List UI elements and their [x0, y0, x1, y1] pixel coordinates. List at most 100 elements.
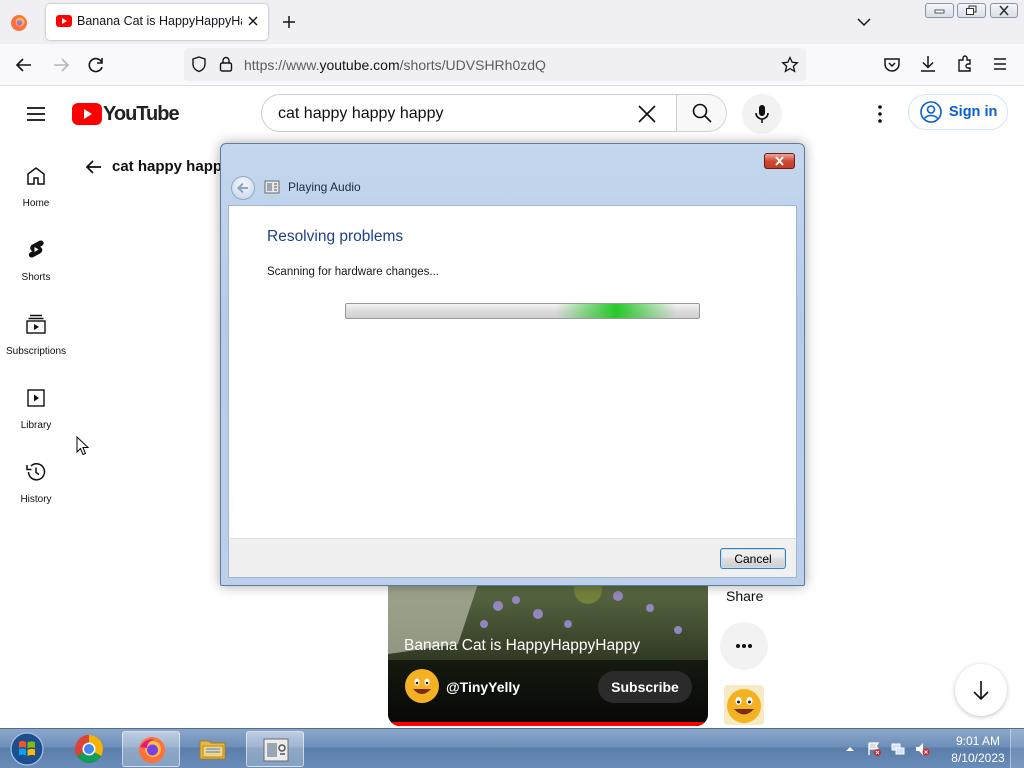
sidebar-item-label: Subscriptions	[5, 346, 67, 357]
search-icon	[692, 103, 712, 123]
url-prefix: https://www.	[244, 57, 320, 73]
firefox-icon	[137, 735, 167, 765]
sidebar-item-shorts[interactable]: Shorts	[0, 234, 72, 294]
tab-active[interactable]: Banana Cat is HappyHappyHappy	[46, 4, 268, 40]
action-center-icon[interactable]	[866, 741, 882, 757]
chrome-icon	[74, 734, 104, 764]
pocket-icon[interactable]	[882, 55, 902, 75]
youtube-logo[interactable]: YouTube	[72, 102, 182, 126]
clock-date[interactable]: 8/10/2023	[942, 751, 1014, 765]
close-icon	[775, 156, 784, 166]
show-desktop-button[interactable]	[1010, 729, 1024, 768]
sign-in-button[interactable]: Sign in	[908, 94, 1008, 130]
clock-time[interactable]: 9:01 AM	[948, 734, 1008, 748]
show-hidden-icons-icon[interactable]	[844, 743, 856, 755]
chevron-down-icon[interactable]	[856, 14, 872, 30]
browser-tab-strip: Banana Cat is HappyHappyHappy	[0, 0, 1024, 44]
cancel-button[interactable]: Cancel	[720, 548, 786, 569]
new-tab-icon[interactable]	[280, 13, 298, 31]
sidebar-item-label: Shorts	[21, 272, 51, 283]
dialog-close-button[interactable]	[764, 153, 795, 169]
window-close-button[interactable]	[990, 3, 1018, 18]
tab-close-icon[interactable]	[245, 13, 261, 29]
bookmark-star-icon[interactable]	[780, 55, 800, 75]
more-horizontal-icon	[736, 644, 752, 648]
more-actions-button[interactable]	[720, 622, 768, 670]
search-button[interactable]	[677, 94, 727, 132]
back-arrow-icon[interactable]	[84, 157, 104, 177]
share-label[interactable]: Share	[726, 588, 763, 604]
start-button[interactable]	[6, 731, 48, 767]
lock-icon[interactable]	[218, 55, 234, 73]
shorts-icon	[24, 238, 48, 262]
shield-icon[interactable]	[190, 55, 208, 73]
next-short-button[interactable]	[955, 664, 1007, 716]
channel-name[interactable]: @TinyYelly	[446, 679, 520, 695]
youtube-header: YouTube cat happy happy happy Sign in	[0, 86, 1024, 142]
short-video-player[interactable]: Banana Cat is HappyHappyHappy @TinyYelly…	[388, 584, 708, 726]
dialog-status-text: Scanning for hardware changes...	[267, 266, 439, 278]
sidebar-item-label: History	[20, 494, 52, 505]
dialog-footer: Cancel	[228, 538, 797, 578]
short-title: Banana Cat is HappyHappyHappy	[404, 637, 641, 654]
sidebar-item-library[interactable]: Library	[0, 382, 72, 442]
sidebar-item-subscriptions[interactable]: Subscriptions	[0, 308, 72, 368]
troubleshooter-dialog: Playing Audio Resolving problems Scannin…	[220, 143, 805, 586]
account-icon	[920, 101, 942, 123]
taskbar-chrome-button[interactable]	[60, 731, 118, 767]
sign-in-label: Sign in	[949, 104, 998, 120]
network-icon[interactable]	[890, 741, 906, 757]
address-bar[interactable]: https://www.youtube.com/shorts/UDVSHRh0z…	[184, 48, 806, 81]
subscriptions-icon	[24, 312, 48, 336]
channel-avatar[interactable]	[404, 668, 440, 704]
hamburger-menu-icon[interactable]	[990, 54, 1010, 74]
reload-icon[interactable]	[86, 55, 106, 75]
extensions-icon[interactable]	[955, 54, 975, 74]
subscribe-button[interactable]: Subscribe	[598, 671, 692, 703]
voice-search-button[interactable]	[742, 94, 782, 134]
firefox-view-icon[interactable]	[6, 10, 32, 36]
window-restore-button[interactable]	[957, 3, 986, 18]
home-icon	[24, 164, 48, 188]
dialog-heading: Resolving problems	[267, 228, 404, 245]
sidebar-item-label: Library	[20, 420, 52, 431]
youtube-favicon-icon	[56, 15, 72, 27]
video-progress-bar[interactable]	[388, 722, 708, 726]
sidebar-item-home[interactable]: Home	[0, 160, 72, 220]
marquee-progress-bar	[345, 303, 700, 319]
taskbar-firefox-button[interactable]	[122, 731, 180, 767]
cancel-label: Cancel	[734, 552, 772, 566]
forward-arrow-icon[interactable]	[51, 55, 71, 75]
system-tray: 9:01 AM 8/10/2023	[842, 729, 1024, 768]
volume-muted-icon[interactable]	[914, 741, 930, 757]
search-query: cat happy happy happy	[278, 105, 444, 122]
window-minimize-button[interactable]	[925, 3, 954, 18]
dialog-content: Resolving problems Scanning for hardware…	[228, 205, 797, 538]
url-path: /shorts/UDVSHRh0zdQ	[399, 57, 546, 73]
channel-avatar[interactable]	[724, 685, 764, 725]
taskbar: 9:01 AM 8/10/2023	[0, 728, 1024, 768]
taskbar-troubleshooter-button[interactable]	[246, 731, 304, 767]
mouse-cursor-icon	[76, 436, 90, 456]
dialog-back-button[interactable]	[231, 176, 255, 200]
url-text: https://www.youtube.com/shorts/UDVSHRh0z…	[244, 57, 546, 73]
video-frame-image	[388, 584, 708, 726]
troubleshooter-icon	[261, 735, 291, 765]
windows-orb-icon	[10, 732, 44, 766]
progress-marquee-glow	[556, 304, 676, 318]
sidebar-item-history[interactable]: History	[0, 456, 72, 516]
downloads-icon[interactable]	[918, 54, 938, 74]
file-explorer-icon	[198, 734, 228, 764]
back-arrow-icon[interactable]	[14, 55, 34, 75]
troubleshooter-icon	[264, 179, 280, 195]
clear-search-icon[interactable]	[636, 103, 658, 125]
sidebar-item-label: Home	[22, 198, 50, 209]
guide-menu-icon[interactable]	[24, 102, 48, 126]
dialog-caption: Playing Audio	[288, 180, 361, 194]
history-icon	[24, 460, 48, 484]
browser-toolbar: https://www.youtube.com/shorts/UDVSHRh0z…	[0, 44, 1024, 86]
more-options-icon[interactable]	[868, 102, 892, 126]
taskbar-explorer-button[interactable]	[184, 731, 242, 767]
subscribe-label: Subscribe	[611, 679, 679, 695]
search-input[interactable]: cat happy happy happy	[261, 94, 677, 132]
